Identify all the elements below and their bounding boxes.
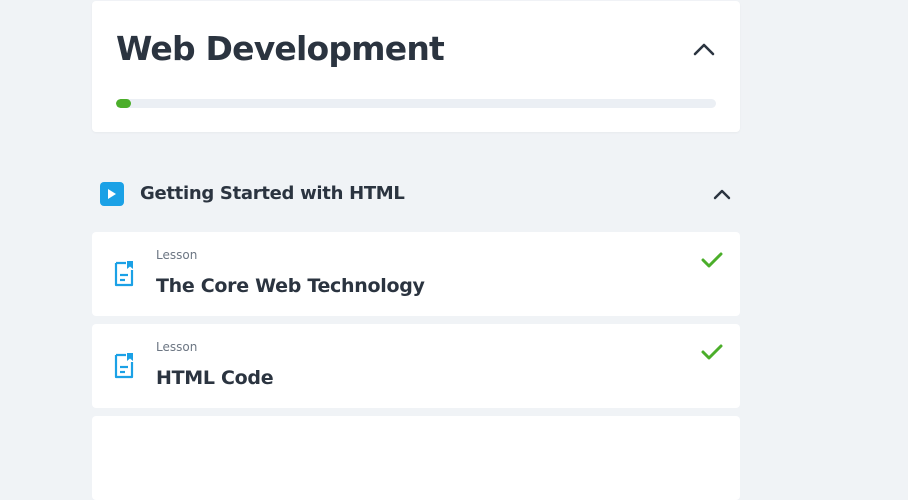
chevron-up-icon	[713, 189, 731, 200]
course-card: Web Development	[92, 1, 740, 132]
course-title: Web Development	[116, 29, 445, 68]
play-icon	[100, 182, 124, 206]
lesson-title: HTML Code	[156, 367, 274, 389]
course-collapse-button[interactable]	[690, 35, 718, 63]
lesson-item[interactable]: Lesson The Core Web Technology	[92, 232, 740, 316]
lesson-type-label: Lesson	[156, 340, 198, 354]
lesson-document-icon	[114, 261, 134, 287]
lesson-type-label: Lesson	[156, 248, 198, 262]
lesson-item[interactable]: Lesson HTML Code	[92, 324, 740, 408]
lesson-item[interactable]	[92, 416, 740, 500]
lesson-document-icon	[114, 353, 134, 379]
checkmark-icon	[701, 344, 723, 360]
section-collapse-button[interactable]	[708, 180, 736, 208]
course-progress-bar	[116, 99, 716, 108]
lesson-title: The Core Web Technology	[156, 275, 425, 297]
chevron-up-icon	[693, 43, 715, 56]
course-progress-fill	[116, 99, 131, 108]
section-header[interactable]: Getting Started with HTML	[92, 172, 740, 216]
section-title: Getting Started with HTML	[140, 183, 405, 204]
checkmark-icon	[701, 252, 723, 268]
